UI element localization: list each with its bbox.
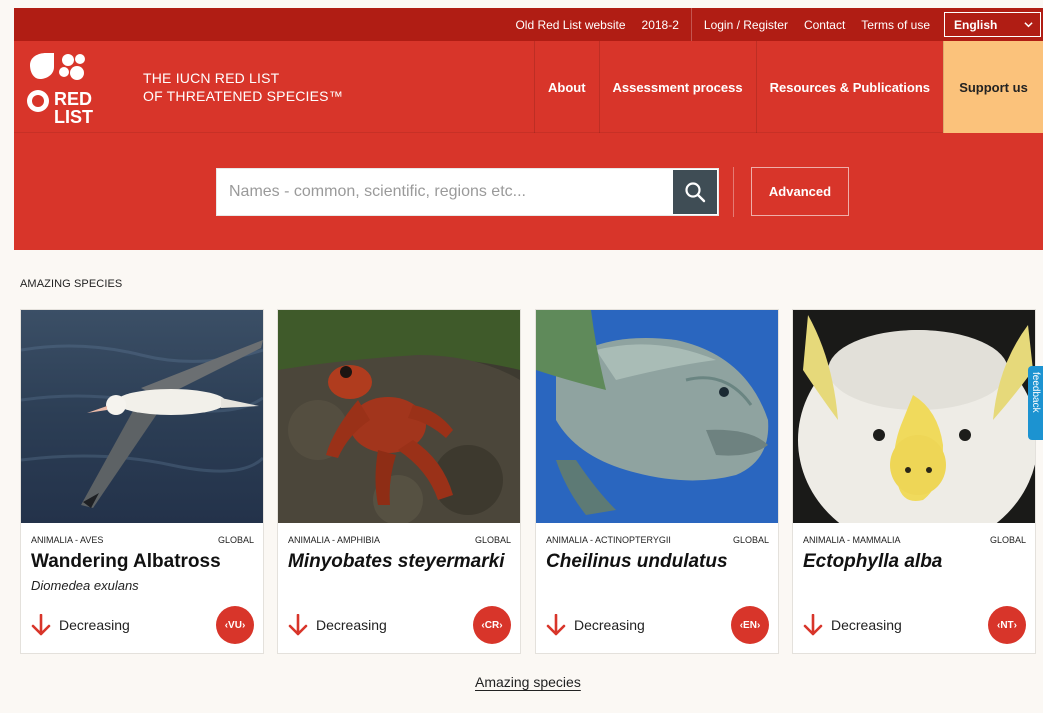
chevron-down-icon: [1024, 22, 1033, 28]
search-box: [216, 168, 719, 216]
scope-label: GLOBAL: [732, 535, 769, 545]
population-trend: Decreasing: [803, 614, 902, 636]
population-trend: Decreasing: [546, 614, 645, 636]
section-title: AMAZING SPECIES: [20, 278, 123, 290]
arrow-down-icon: [803, 614, 823, 636]
taxon-label: ANIMALIA - ACTINOPTERYGII: [546, 535, 671, 545]
status-badge[interactable]: ‹ VU ›: [216, 606, 254, 644]
wrasse-image: [536, 310, 778, 523]
bat-image: [793, 310, 1035, 523]
login-register-link[interactable]: Login / Register: [696, 18, 796, 32]
feedback-label: feedback: [1030, 372, 1041, 413]
feedback-tab[interactable]: feedback: [1028, 366, 1043, 440]
species-card[interactable]: ANIMALIA - ACTINOPTERYGII GLOBAL Cheilin…: [535, 309, 779, 654]
status-code: NT: [1000, 619, 1014, 631]
page: Old Red List website 2018-2 Login / Regi…: [0, 0, 1043, 713]
version-link[interactable]: 2018-2: [634, 18, 687, 32]
old-red-list-link[interactable]: Old Red List website: [507, 18, 633, 32]
arrow-down-icon: [288, 614, 308, 636]
svg-text:RED: RED: [54, 89, 92, 109]
search-band: Advanced: [14, 133, 1043, 250]
species-card[interactable]: ANIMALIA - AVES GLOBAL Wandering Albatro…: [20, 309, 264, 654]
taxon-label: ANIMALIA - AVES: [31, 535, 104, 545]
search-icon: [685, 182, 706, 203]
terms-of-use-link[interactable]: Terms of use: [853, 18, 938, 32]
language-select[interactable]: English: [944, 12, 1041, 37]
species-name[interactable]: Minyobates steyermarki: [288, 550, 512, 573]
site-brand[interactable]: THE IUCN RED LIST OF THREATENED SPECIES™: [143, 69, 343, 105]
species-name[interactable]: Wandering Albatross: [31, 550, 255, 573]
main-nav: About Assessment process Resources & Pub…: [533, 41, 1043, 133]
arrow-down-icon: [31, 614, 51, 636]
red-list-logo-icon: RED LIST: [27, 53, 93, 127]
population-trend: Decreasing: [31, 614, 130, 636]
search-input[interactable]: [217, 169, 673, 215]
status-badge[interactable]: ‹ CR ›: [473, 606, 511, 644]
population-trend: Decreasing: [288, 614, 387, 636]
scope-label: GLOBAL: [474, 535, 511, 545]
status-badge[interactable]: ‹ NT ›: [988, 606, 1026, 644]
contact-link[interactable]: Contact: [796, 18, 853, 32]
species-image: [793, 310, 1035, 523]
nav-support-us[interactable]: Support us: [943, 41, 1043, 133]
taxon-label: ANIMALIA - AMPHIBIA: [288, 535, 381, 545]
brand-line-1: THE IUCN RED LIST: [143, 70, 280, 86]
taxon-label: ANIMALIA - MAMMALIA: [803, 535, 901, 545]
red-list-logo[interactable]: RED LIST: [24, 51, 104, 127]
status-code: VU: [228, 619, 242, 631]
albatross-image: [21, 310, 263, 523]
scope-label: GLOBAL: [989, 535, 1026, 545]
scope-label: GLOBAL: [217, 535, 254, 545]
nav-about[interactable]: About: [533, 41, 599, 133]
search-button[interactable]: [673, 170, 717, 214]
arrow-down-icon: [546, 614, 566, 636]
trend-label: Decreasing: [574, 617, 645, 633]
frog-image: [278, 310, 520, 523]
trend-label: Decreasing: [59, 617, 130, 633]
species-name[interactable]: Cheilinus undulatus: [546, 550, 770, 573]
nav-resources-publications[interactable]: Resources & Publications: [755, 41, 943, 133]
main-header: RED LIST THE IUCN RED LIST OF THREATENED…: [14, 41, 1043, 133]
species-card[interactable]: ANIMALIA - MAMMALIA GLOBAL Ectophylla al…: [792, 309, 1036, 654]
trend-label: Decreasing: [316, 617, 387, 633]
status-code: CR: [484, 619, 500, 631]
status-code: EN: [743, 619, 757, 631]
species-image: [21, 310, 263, 523]
utility-links: Old Red List website 2018-2 Login / Regi…: [507, 8, 938, 41]
top-utility-bar: Old Red List website 2018-2 Login / Regi…: [14, 8, 1043, 41]
divider: [690, 8, 692, 41]
svg-text:LIST: LIST: [54, 107, 93, 123]
species-card[interactable]: ANIMALIA - AMPHIBIA GLOBAL Minyobates st…: [277, 309, 521, 654]
language-value: English: [954, 17, 998, 32]
species-name[interactable]: Ectophylla alba: [803, 550, 1027, 573]
scientific-name: Diomedea exulans: [31, 578, 139, 593]
divider: [733, 167, 734, 217]
amazing-species-link[interactable]: Amazing species: [475, 674, 581, 690]
species-image: [278, 310, 520, 523]
brand-line-2: OF THREATENED SPECIES™: [143, 88, 343, 104]
status-badge[interactable]: ‹ EN ›: [731, 606, 769, 644]
trend-label: Decreasing: [831, 617, 902, 633]
species-image: [536, 310, 778, 523]
advanced-search-button[interactable]: Advanced: [751, 167, 849, 216]
nav-assessment-process[interactable]: Assessment process: [598, 41, 756, 133]
